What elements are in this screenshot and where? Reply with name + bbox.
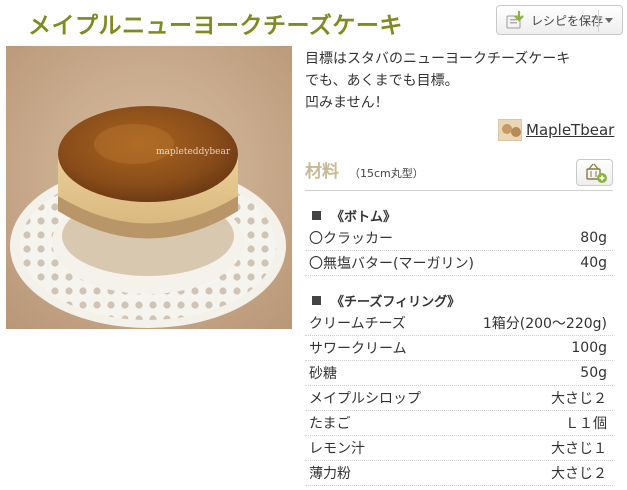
description-line: でも、あくまでも目標。	[305, 73, 459, 89]
ingredient-amount: 大さじ２	[551, 391, 607, 407]
ingredient-amount: 100g	[571, 340, 607, 356]
ingredient-name: クリームチーズ	[309, 316, 406, 332]
save-button-divider	[598, 10, 599, 32]
ingredient-amount: 50g	[580, 365, 607, 381]
ingredient-amount: 1箱分(200〜220g)	[482, 316, 607, 332]
recipe-title: メイプルニューヨークチーズケーキ	[28, 13, 403, 39]
ingredient-name: レモン汁	[309, 441, 365, 457]
ingredient-section-title: 《チーズフィリング》	[312, 291, 460, 310]
recipe-description: 目標はスタバのニューヨークチーズケーキ でも、あくまでも目標。 凹みません！	[305, 48, 605, 114]
description-line: 凹みません！	[305, 95, 389, 111]
chevron-down-icon[interactable]	[605, 18, 613, 23]
ingredient-row: クリームチーズ 1箱分(200〜220g)	[305, 311, 613, 336]
ingredient-name: 薄力粉	[309, 466, 351, 482]
ingredient-name: 〇クラッカー	[309, 231, 393, 247]
ingredient-name: たまご	[309, 416, 351, 432]
ingredient-amount: 80g	[580, 230, 607, 246]
square-bullet-icon	[312, 296, 321, 305]
recipe-photo: mapleteddybear	[6, 46, 292, 329]
svg-text:mapleteddybear: mapleteddybear	[156, 147, 231, 157]
save-recipe-label: レシピを保存	[531, 13, 604, 28]
ingredient-row: 〇クラッカー 80g	[305, 226, 613, 251]
ingredient-row: サワークリーム 100g	[305, 336, 613, 361]
ingredients-divider	[305, 190, 613, 191]
section-title-text: 《チーズフィリング》	[331, 295, 461, 310]
ingredient-row: たまご Ｌ１個	[305, 411, 613, 436]
ingredient-amount: Ｌ１個	[565, 416, 607, 432]
ingredient-name: サワークリーム	[309, 341, 407, 357]
ingredient-list-filling: クリームチーズ 1箱分(200〜220g) サワークリーム 100g 砂糖 50…	[305, 311, 613, 486]
basket-add-icon	[577, 163, 614, 191]
square-bullet-icon	[312, 211, 321, 220]
author-link[interactable]: MapleTbear	[498, 119, 614, 141]
ingredient-row: 〇無塩バター(マーガリン) 40g	[305, 251, 613, 276]
ingredient-amount: 大さじ２	[551, 466, 607, 482]
avatar	[498, 119, 522, 141]
section-title-text: 《ボトム》	[331, 210, 397, 225]
ingredient-name: 砂糖	[309, 366, 337, 382]
ingredient-name: メイプルシロップ	[309, 391, 421, 407]
author-name[interactable]: MapleTbear	[526, 121, 614, 139]
ingredient-amount: 大さじ１	[551, 441, 607, 457]
ingredient-row: メイプルシロップ 大さじ２	[305, 386, 613, 411]
ingredients-header: 材料 （15cm丸型）	[305, 157, 424, 182]
ingredients-heading: 材料	[305, 162, 339, 182]
description-line: 目標はスタバのニューヨークチーズケーキ	[305, 51, 571, 67]
ingredient-list-bottom: 〇クラッカー 80g 〇無塩バター(マーガリン) 40g	[305, 226, 613, 276]
ingredient-row: 薄力粉 大さじ２	[305, 461, 613, 486]
ingredient-section-title: 《ボトム》	[312, 206, 396, 225]
ingredient-name: 〇無塩バター(マーガリン)	[309, 256, 474, 272]
ingredient-row: レモン汁 大さじ１	[305, 436, 613, 461]
save-recipe-button[interactable]: レシピを保存	[496, 5, 623, 35]
ingredient-row: 砂糖 50g	[305, 361, 613, 386]
serving-size: （15cm丸型）	[349, 167, 424, 180]
save-recipe-icon	[505, 10, 527, 30]
add-to-shopping-list-button[interactable]	[576, 159, 613, 186]
ingredient-amount: 40g	[580, 255, 607, 271]
